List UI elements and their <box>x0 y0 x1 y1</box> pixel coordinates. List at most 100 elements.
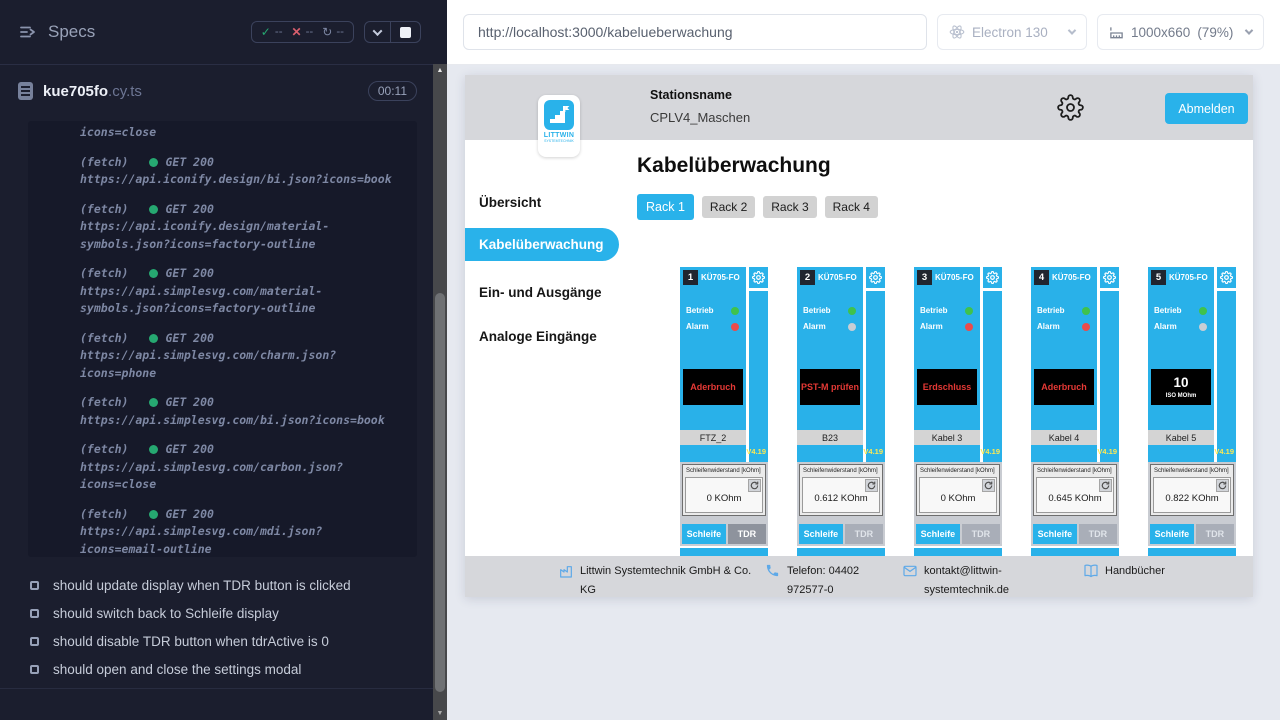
tdr-button[interactable]: TDR <box>845 524 883 544</box>
nav-item-analoge-eing-nge[interactable]: Analoge Eingänge <box>465 324 619 350</box>
alarm-led <box>1082 323 1090 331</box>
spec-timer: 00:11 <box>368 81 417 101</box>
test-item[interactable]: should open and close the settings modal <box>30 655 433 683</box>
chevron-down-icon <box>1068 26 1076 34</box>
card-gear-icon[interactable] <box>1217 267 1236 288</box>
rack-tab[interactable]: Rack 3 <box>763 196 816 218</box>
logout-button[interactable]: Abmelden <box>1165 93 1248 124</box>
card-bottom-strip <box>914 548 1002 556</box>
nav-item--bersicht[interactable]: Übersicht <box>465 190 619 216</box>
refresh-button[interactable] <box>1099 479 1112 492</box>
rack-tab[interactable]: Rack 2 <box>702 196 755 218</box>
test-stats[interactable]: ✓-- ✕-- ↻-- <box>251 21 354 43</box>
device-card: 3 KÜ705-FO Betrieb Alarm Erdschluss Kabe… <box>914 267 1002 556</box>
littwin-logo-icon <box>544 100 574 130</box>
nav-item-kabel-berwachung[interactable]: Kabelüberwachung <box>465 228 619 261</box>
cable-label: Kabel 4 <box>1031 430 1097 445</box>
firmware-version: V4.19 <box>1097 447 1117 456</box>
refresh-button[interactable] <box>982 479 995 492</box>
tdr-button[interactable]: TDR <box>962 524 1000 544</box>
test-item[interactable]: should disable TDR button when tdrActive… <box>30 627 433 655</box>
viewport-size-select[interactable]: 1000x660 (79%) <box>1097 14 1264 50</box>
log-entry[interactable]: (fetch) GET 200 https://api.iconify.desi… <box>80 201 403 254</box>
card-bottom-strip <box>1031 548 1119 556</box>
scrollbar-thumb[interactable] <box>435 293 445 692</box>
footer-phone[interactable]: Telefon: 04402 972577-0 <box>765 562 899 597</box>
test-title: should switch back to Schleife display <box>53 606 279 621</box>
measurement-value-box: 0.612 KOhm <box>802 477 880 513</box>
measurement-panel: Schleifenwiderstand [kOhm] 0 KOhm <box>916 464 1000 516</box>
schleife-button[interactable]: Schleife <box>1150 524 1194 544</box>
schleife-button[interactable]: Schleife <box>682 524 726 544</box>
test-item[interactable]: should update display when TDR button is… <box>30 571 433 599</box>
schleife-button[interactable]: Schleife <box>916 524 960 544</box>
card-measurement-section: Schleifenwiderstand [kOhm] 0.645 KOhm Sc… <box>1031 462 1119 546</box>
schleife-button[interactable]: Schleife <box>799 524 843 544</box>
tdr-button[interactable]: TDR <box>1079 524 1117 544</box>
card-number-badge: 1 <box>683 270 698 285</box>
rack-tab[interactable]: Rack 4 <box>825 196 878 218</box>
card-gear-icon[interactable] <box>1100 267 1119 288</box>
card-gear-icon[interactable] <box>866 267 885 288</box>
success-dot-icon <box>149 158 158 167</box>
electron-icon <box>949 24 965 40</box>
refresh-button[interactable] <box>865 479 878 492</box>
log-method: (fetch) <box>80 394 128 412</box>
refresh-button[interactable] <box>1216 479 1229 492</box>
cable-label: B23 <box>797 430 863 445</box>
success-dot-icon <box>149 510 158 519</box>
tdr-button[interactable]: TDR <box>728 524 766 544</box>
footer-text: Littwin Systemtechnik GmbH & Co. KG <box>580 562 755 597</box>
card-gear-icon[interactable] <box>983 267 1002 288</box>
specs-menu-icon[interactable] <box>18 22 38 42</box>
log-entry[interactable]: (fetch) GET 200 https://api.simplesvg.co… <box>80 506 403 558</box>
log-entry[interactable]: (fetch) GET 200 https://api.iconify.desi… <box>80 154 403 189</box>
stat-passed: ✓-- <box>261 25 283 39</box>
collapse-button[interactable] <box>365 22 390 42</box>
device-cards: 1 KÜ705-FO Betrieb Alarm Aderbruch FTZ_2… <box>680 267 1236 556</box>
card-gear-icon[interactable] <box>749 267 768 288</box>
browser-select[interactable]: Electron 130 <box>937 14 1087 50</box>
url-input[interactable] <box>463 14 927 50</box>
log-entry[interactable]: (fetch) GET 200 https://api.simplesvg.co… <box>80 394 403 429</box>
card-number-badge: 5 <box>1151 270 1166 285</box>
measurement-panel: Schleifenwiderstand [kOhm] 0.612 KOhm <box>799 464 883 516</box>
footer-email[interactable]: kontakt@littwin-systemtechnik.de <box>902 562 1020 597</box>
log-status: GET 200 <box>165 394 213 412</box>
test-pending-icon <box>30 637 39 646</box>
footer-manuals[interactable]: Handbücher <box>1083 562 1165 581</box>
log-entry[interactable]: (fetch) GET 200 https://api.simplesvg.co… <box>80 265 403 318</box>
test-pending-icon <box>30 609 39 618</box>
log-entry[interactable]: icons=close <box>80 124 403 142</box>
betrieb-led <box>1199 307 1207 315</box>
tdr-button[interactable]: TDR <box>1196 524 1234 544</box>
test-item[interactable]: should switch back to Schleife display <box>30 599 433 627</box>
measurement-value-box: 0 KOhm <box>685 477 763 513</box>
divider <box>983 288 1002 291</box>
log-status: GET 200 <box>165 441 213 459</box>
status-display: Erdschluss <box>917 369 977 405</box>
card-buttons: Schleife TDR <box>1033 524 1117 544</box>
refresh-button[interactable] <box>748 479 761 492</box>
log-entry[interactable]: (fetch) GET 200 https://api.simplesvg.co… <box>80 330 403 383</box>
scroll-down-icon[interactable]: ▼ <box>433 707 447 720</box>
footer-text: Telefon: 04402 972577-0 <box>787 562 899 597</box>
spec-file-row[interactable]: kue705fo.cy.ts 00:11 <box>0 65 433 117</box>
logo-subtext: SYSTEMTECHNIK <box>538 139 580 143</box>
log-method: (fetch) <box>80 330 128 348</box>
schleife-button[interactable]: Schleife <box>1033 524 1077 544</box>
card-number-badge: 3 <box>917 270 932 285</box>
nav-item-ein-und-ausg-nge[interactable]: Ein- und Ausgänge <box>465 280 619 306</box>
stat-pending: ↻-- <box>322 25 344 39</box>
settings-gear-icon[interactable] <box>1057 94 1084 121</box>
stop-button[interactable] <box>390 22 420 42</box>
divider <box>980 267 983 462</box>
log-entry[interactable]: (fetch) GET 200 https://api.simplesvg.co… <box>80 441 403 494</box>
status-display: Aderbruch <box>683 369 743 405</box>
scroll-up-icon[interactable]: ▲ <box>433 64 447 77</box>
alarm-led-row: Alarm <box>920 322 973 331</box>
card-buttons: Schleife TDR <box>682 524 766 544</box>
cable-label: Kabel 5 <box>1148 430 1214 445</box>
scrollbar-track[interactable]: ▲ ▼ <box>433 64 447 720</box>
rack-tab[interactable]: Rack 1 <box>637 194 694 220</box>
